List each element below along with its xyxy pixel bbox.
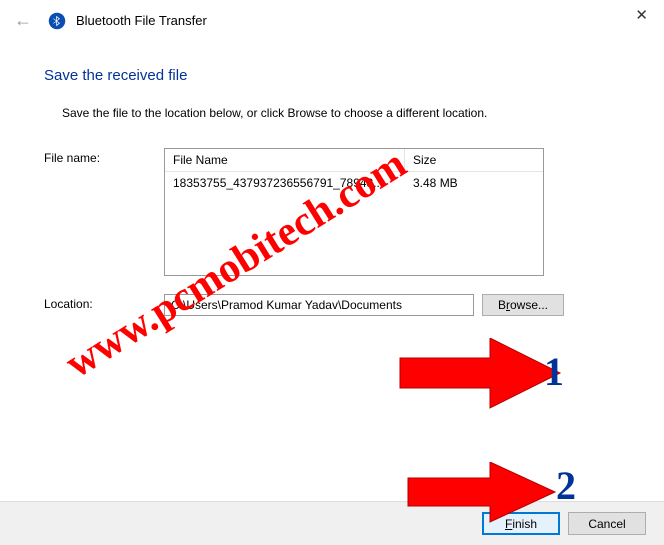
finish-button-label: Finish: [505, 517, 537, 531]
footer-bar: Finish Cancel: [0, 501, 664, 545]
filename-label: File name:: [44, 148, 164, 276]
file-list-header: File Name Size: [165, 149, 543, 172]
instruction-text: Save the file to the location below, or …: [62, 106, 620, 120]
location-input[interactable]: [164, 294, 474, 316]
filename-row: File name: File Name Size 18353755_43793…: [44, 148, 620, 276]
bluetooth-icon: [48, 12, 66, 30]
browse-button[interactable]: Browse...: [482, 294, 564, 316]
cell-filename: 18353755_437937236556791_78943...: [165, 172, 405, 194]
back-arrow-icon: ←: [14, 10, 32, 31]
annotation-arrow-1: [390, 338, 570, 418]
cancel-button[interactable]: Cancel: [568, 512, 646, 535]
annotation-number-1: 1: [544, 348, 564, 395]
browse-button-label: Browse...: [498, 298, 548, 312]
location-row: Location: Browse...: [44, 294, 620, 316]
col-header-size[interactable]: Size: [405, 149, 543, 171]
table-row[interactable]: 18353755_437937236556791_78943... 3.48 M…: [165, 172, 543, 194]
col-header-filename[interactable]: File Name: [165, 149, 405, 171]
file-list[interactable]: File Name Size 18353755_437937236556791_…: [164, 148, 544, 276]
cell-size: 3.48 MB: [405, 172, 543, 194]
window-title: Bluetooth File Transfer: [76, 13, 207, 28]
location-label: Location:: [44, 294, 164, 316]
wizard-header: ← Bluetooth File Transfer: [0, 0, 664, 31]
page-subtitle: Save the received file: [44, 67, 620, 84]
content-area: Save the received file Save the file to …: [0, 31, 664, 316]
finish-button[interactable]: Finish: [482, 512, 560, 535]
